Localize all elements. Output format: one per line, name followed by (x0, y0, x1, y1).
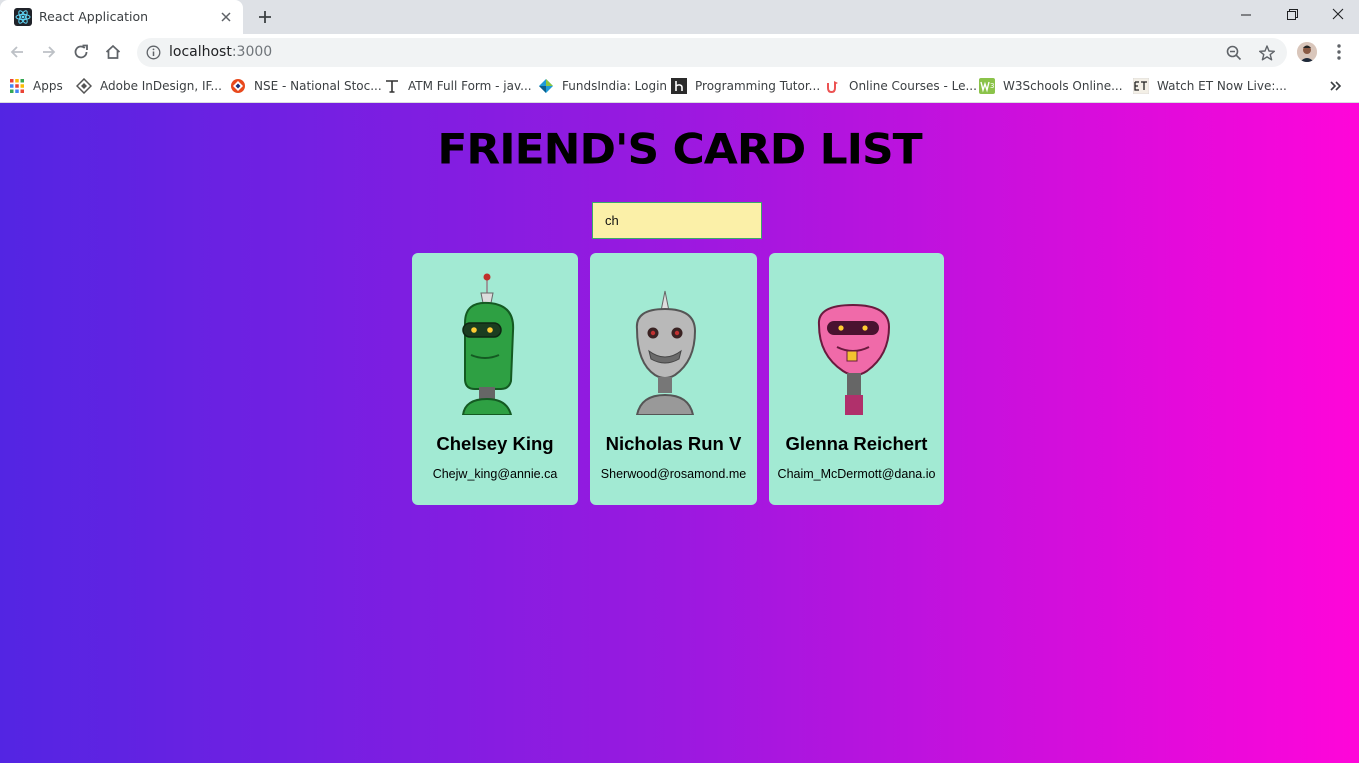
tab-title: React Application (39, 9, 149, 24)
gray-robot-avatar (635, 290, 697, 415)
bookmark-fundsindia[interactable]: FundsIndia: Login (538, 76, 667, 96)
bookmark-label: Online Courses - Le... (849, 79, 977, 93)
friend-name: Chelsey King (436, 433, 554, 454)
bookmark-label: NSE - National Stoc... (254, 79, 382, 93)
forward-icon[interactable] (39, 42, 59, 62)
green-robot-avatar (461, 273, 515, 415)
bookmarks-bar: Apps Adobe InDesign, IF... NSE - Nationa… (0, 70, 1359, 103)
t-letter-icon (386, 80, 398, 93)
url-host: localhost (169, 44, 232, 60)
et-icon (1133, 78, 1149, 94)
bookmark-label: Watch ET Now Live:... (1157, 79, 1287, 93)
close-tab-icon[interactable] (217, 8, 235, 26)
more-bookmarks-icon[interactable] (1328, 78, 1344, 94)
svg-text:3: 3 (990, 82, 994, 90)
friend-name: Nicholas Run V (605, 433, 742, 454)
restore-icon[interactable] (1279, 4, 1305, 26)
back-icon[interactable] (7, 42, 27, 62)
bookmark-label: Programming Tutor... (695, 79, 821, 93)
pink-robot-avatar (817, 303, 891, 415)
h-letter-icon (671, 78, 687, 94)
address-bar[interactable]: localhost:3000 (137, 38, 1287, 67)
nse-icon (231, 79, 245, 93)
bookmark-nse[interactable]: NSE - National Stoc... (230, 76, 382, 96)
minimize-icon[interactable] (1233, 4, 1259, 26)
browser-tab[interactable]: React Application (0, 0, 243, 34)
url-port: :3000 (231, 44, 273, 60)
friend-email: Chejw_king@annie.ca (432, 467, 558, 481)
reload-icon[interactable] (71, 42, 91, 62)
bookmark-etnow[interactable]: Watch ET Now Live:... (1133, 76, 1287, 96)
bookmark-label: W3Schools Online... (1003, 79, 1123, 93)
friend-email: Sherwood@rosamond.me (600, 467, 747, 481)
bookmark-programming[interactable]: Programming Tutor... (671, 76, 820, 96)
friend-card[interactable]: Nicholas Run V Sherwood@rosamond.me (590, 253, 757, 505)
home-icon[interactable] (103, 42, 123, 62)
url-text: localhost:3000 (169, 44, 272, 60)
indesign-icon (76, 78, 92, 94)
bookmark-udemy[interactable]: Online Courses - Le... (825, 76, 977, 96)
bookmark-label: Adobe InDesign, IF... (100, 79, 222, 93)
w3schools-icon: 3 (979, 78, 995, 94)
chrome-menu-icon[interactable] (1329, 42, 1349, 62)
apps-grid-icon (10, 79, 24, 93)
bookmark-w3schools[interactable]: 3 W3Schools Online... (979, 76, 1123, 96)
tab-strip: React Application (0, 0, 1359, 34)
bookmark-apps[interactable]: Apps (9, 76, 63, 96)
friend-card[interactable]: Glenna Reichert Chaim_McDermott@dana.io (769, 253, 944, 505)
profile-photo-icon (1297, 42, 1317, 62)
friend-card[interactable]: Chelsey King Chejw_king@annie.ca (412, 253, 578, 505)
close-window-icon[interactable] (1325, 4, 1351, 26)
profile-avatar[interactable] (1297, 42, 1317, 62)
new-tab-icon[interactable] (255, 7, 275, 27)
search-input[interactable] (592, 202, 762, 239)
page-title: Friend's Card List (437, 125, 922, 174)
browser-toolbar: localhost:3000 (0, 34, 1359, 70)
bookmark-label: FundsIndia: Login (562, 79, 668, 93)
udemy-icon (827, 81, 838, 94)
react-icon (14, 8, 32, 26)
friend-name: Glenna Reichert (785, 433, 928, 454)
bookmark-label: Apps (33, 79, 63, 93)
bookmark-star-icon[interactable] (1258, 44, 1276, 62)
bookmark-label: ATM Full Form - jav... (408, 79, 532, 93)
bookmark-atm[interactable]: ATM Full Form - jav... (384, 76, 532, 96)
app-page: Friend's Card List Chelsey King Chejw_ki… (0, 103, 1359, 763)
fundsindia-icon (539, 79, 553, 93)
friend-email: Chaim_McDermott@dana.io (777, 467, 936, 481)
bookmark-indesign[interactable]: Adobe InDesign, IF... (76, 76, 222, 96)
zoom-icon[interactable] (1225, 44, 1243, 62)
site-info-icon[interactable] (146, 45, 161, 60)
